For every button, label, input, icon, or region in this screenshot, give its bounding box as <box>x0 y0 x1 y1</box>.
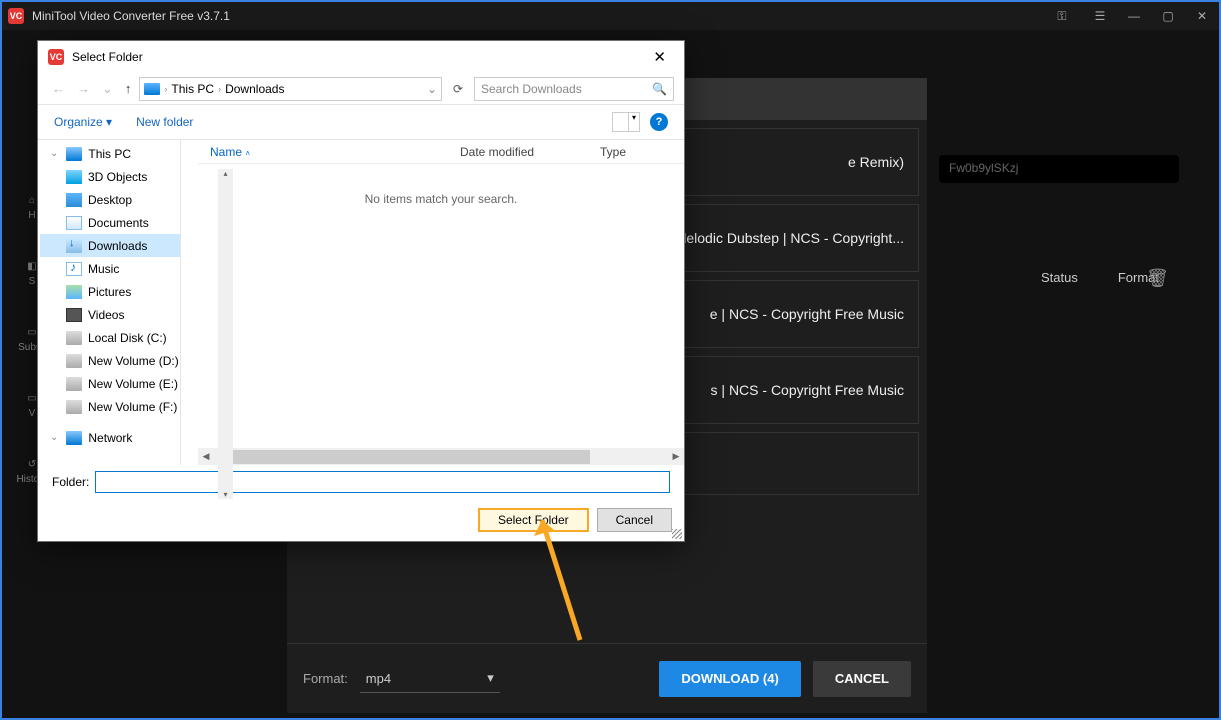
cancel-download-button[interactable]: CANCEL <box>813 661 911 697</box>
organize-menu[interactable]: Organize ▾ <box>54 115 112 129</box>
maximize-button[interactable]: ▢ <box>1151 2 1185 30</box>
empty-message: No items match your search. <box>198 164 684 206</box>
app-title: MiniTool Video Converter Free v3.7.1 <box>32 9 230 23</box>
download-button[interactable]: DOWNLOAD (4) <box>659 661 801 697</box>
folder-input[interactable] <box>95 471 670 493</box>
chevron-down-icon: ▾ <box>487 670 494 686</box>
resize-grip[interactable] <box>672 529 682 539</box>
col-type[interactable]: Type <box>588 145 658 159</box>
format-label: Format: <box>303 671 348 686</box>
tree-scrollbar[interactable]: ▴▾ <box>218 169 233 499</box>
minimize-button[interactable]: — <box>1117 2 1151 30</box>
key-icon[interactable]: ⚿ <box>1045 2 1079 30</box>
tree-node-network[interactable]: Network <box>40 426 180 449</box>
menu-icon[interactable]: ☰ <box>1083 2 1117 30</box>
app-logo: VC <box>8 8 24 24</box>
tree-node-videos[interactable]: Videos <box>40 303 180 326</box>
close-button[interactable]: ✕ <box>1185 2 1219 30</box>
dialog-logo: VC <box>48 49 64 65</box>
rail-sh[interactable]: ◧S <box>27 261 36 287</box>
url-bar[interactable]: Fw0b9ylSKzj <box>939 155 1179 183</box>
pc-icon <box>144 83 160 95</box>
col-name[interactable]: Name ˄ <box>198 145 448 159</box>
trash-icon[interactable]: 🗑 <box>1146 268 1169 289</box>
rail-vc[interactable]: ▭V <box>27 393 36 419</box>
tree-node-3d-objects[interactable]: 3D Objects <box>40 165 180 188</box>
view-options[interactable]: ▾ <box>612 112 640 132</box>
refresh-button[interactable]: ⟳ <box>446 82 470 96</box>
search-input[interactable]: Search Downloads 🔍 <box>474 77 674 101</box>
tree-node-desktop[interactable]: Desktop <box>40 188 180 211</box>
dialog-close-button[interactable]: ✕ <box>645 44 674 70</box>
col-date[interactable]: Date modified <box>448 145 588 159</box>
nav-forward[interactable]: → <box>73 79 94 98</box>
dialog-title: Select Folder <box>72 50 143 64</box>
tree-node-music[interactable]: Music <box>40 257 180 280</box>
breadcrumb[interactable]: › This PC › Downloads ⌄ <box>139 77 442 101</box>
tree-node-this-pc[interactable]: This PC <box>40 142 180 165</box>
search-icon: 🔍 <box>652 82 667 96</box>
tree-node-new-volume-f-[interactable]: New Volume (F:) <box>40 395 180 418</box>
titlebar: VC MiniTool Video Converter Free v3.7.1 … <box>2 2 1219 30</box>
folder-tree[interactable]: This PC3D ObjectsDesktopDocumentsDownloa… <box>38 140 181 465</box>
cancel-button[interactable]: Cancel <box>597 508 672 532</box>
tree-node-downloads[interactable]: Downloads <box>40 234 180 257</box>
folder-label: Folder: <box>52 475 89 489</box>
tree-node-local-disk-c-[interactable]: Local Disk (C:) <box>40 326 180 349</box>
new-folder-button[interactable]: New folder <box>136 115 193 129</box>
nav-up[interactable]: ↑ <box>121 79 136 98</box>
select-folder-dialog: VC Select Folder ✕ ← → ⌄ ↑ › This PC › D… <box>37 40 685 542</box>
col-status: Status <box>1041 270 1078 285</box>
format-select[interactable]: mp4▾ <box>360 665 500 693</box>
tree-node-new-volume-e-[interactable]: New Volume (E:) <box>40 372 180 395</box>
tree-node-pictures[interactable]: Pictures <box>40 280 180 303</box>
rail-home[interactable]: ⌂H <box>28 195 35 221</box>
nav-recent[interactable]: ⌄ <box>98 79 117 99</box>
tree-node-new-volume-d-[interactable]: New Volume (D:) <box>40 349 180 372</box>
tree-node-documents[interactable]: Documents <box>40 211 180 234</box>
help-button[interactable]: ? <box>650 113 668 131</box>
nav-back[interactable]: ← <box>48 79 69 98</box>
select-folder-button[interactable]: Select Folder <box>478 508 589 532</box>
hscrollbar[interactable]: ◀▶ <box>198 448 684 465</box>
crumb-dropdown-icon[interactable]: ⌄ <box>427 82 437 96</box>
